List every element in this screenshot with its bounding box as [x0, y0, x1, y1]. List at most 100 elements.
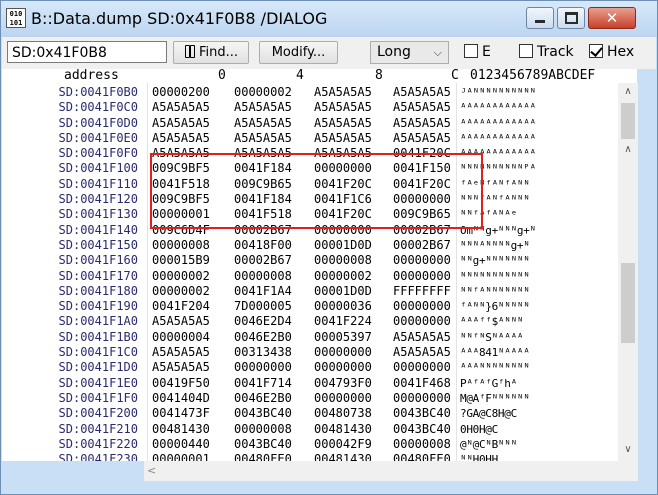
- cell-col8[interactable]: A5A5A5A5: [314, 100, 372, 115]
- cell-col0[interactable]: A5A5A5A5: [152, 360, 210, 375]
- cell-ascii[interactable]: ᴬᴬᴬᴬᴬᴬᴬᴬᴬᴬᴬᴬ: [460, 146, 623, 161]
- cell-col0[interactable]: A5A5A5A5: [152, 345, 210, 360]
- cell-ascii[interactable]: ᴬᴬᴬᴺᴺᴺᴺᴺᴺᴺᴺ: [460, 360, 623, 375]
- cell-ascii[interactable]: M@AᶠFᴺᴺᴺᴺᴺᴺ: [460, 391, 623, 406]
- cell-col0[interactable]: 00419F50: [152, 376, 210, 391]
- cell-colC[interactable]: FFFFFFFF: [393, 284, 451, 299]
- dump-row[interactable]: SD:0041F160 000015B9 00002B67 00000008 00000…: [2, 253, 637, 268]
- cell-col4[interactable]: 0043BC40: [234, 406, 292, 421]
- cell-ascii[interactable]: ᶠᴬᴺᴺ}6ᴺᴺᴺᴺᴺ: [460, 299, 623, 314]
- cell-col4[interactable]: 0041F184: [234, 161, 292, 176]
- cell-ascii[interactable]: ᴬᴬᴬᴬᴬᴬᴬᴬᴬᴬᴬᴬ: [460, 100, 623, 115]
- dump-row[interactable]: SD:0041F190 0041F204 7D000005 00000036 00000…: [2, 299, 637, 314]
- cell-col0[interactable]: 00000200: [152, 85, 210, 100]
- cell-ascii[interactable]: ?GA@C8H@C: [460, 406, 623, 421]
- find-button[interactable]: Find...: [173, 41, 249, 64]
- vertical-scrollbar[interactable]: ∧ ∧ ∨: [618, 83, 638, 461]
- cell-col4[interactable]: 0046E2B0: [234, 330, 292, 345]
- cell-colC[interactable]: 00000000: [393, 391, 451, 406]
- cell-col4[interactable]: 00418F00: [234, 238, 292, 253]
- dump-row[interactable]: SD:0041F1A0 A5A5A5A5 0046E2D4 0041F224 00000…: [2, 314, 637, 329]
- cell-ascii[interactable]: ᴺᴺH0HH: [460, 452, 623, 461]
- cell-colC[interactable]: 00000000: [393, 269, 451, 284]
- cell-col0[interactable]: 00000004: [152, 330, 210, 345]
- cell-col8[interactable]: 00000000: [314, 345, 372, 360]
- title-bar[interactable]: 010 101 B::Data.dump SD:0x41F0B8 /DIALOG…: [1, 1, 657, 37]
- minimize-button[interactable]: [526, 7, 554, 29]
- modify-button[interactable]: Modify...: [259, 41, 338, 64]
- dump-row[interactable]: SD:0041F100 009C9BF5 0041F184 00000000 0041F…: [2, 161, 637, 176]
- cell-col0[interactable]: 00000002: [152, 284, 210, 299]
- cell-col8[interactable]: 0041F224: [314, 314, 372, 329]
- cell-col8[interactable]: A5A5A5A5: [314, 131, 372, 146]
- cell-col0[interactable]: 0041473F: [152, 406, 210, 421]
- cell-ascii[interactable]: ᴺᴺᴺᴬᴺᴺᴺᴺg+ᴺ: [460, 238, 623, 253]
- cell-col4[interactable]: 00002B67: [234, 253, 292, 268]
- cell-col8[interactable]: 00000000: [314, 360, 372, 375]
- cell-ascii[interactable]: ᴬᴬᴬᴬᴬᴬᴬᴬᴬᴬᴬᴬ: [460, 116, 623, 131]
- cell-colC[interactable]: 00000000: [393, 192, 451, 207]
- cell-colC[interactable]: 0041F20C: [393, 177, 451, 192]
- cell-col0[interactable]: 00000440: [152, 437, 210, 452]
- dump-row[interactable]: SD:0041F0D0 A5A5A5A5 A5A5A5A5 A5A5A5A5 A5A5A…: [2, 116, 637, 131]
- cell-col8[interactable]: 00000002: [314, 269, 372, 284]
- cell-colC[interactable]: 00000000: [393, 314, 451, 329]
- dump-row[interactable]: SD:0041F130 00000001 0041F518 0041F20C 009C9…: [2, 207, 637, 222]
- cell-colC[interactable]: A5A5A5A5: [393, 116, 451, 131]
- cell-col4[interactable]: 0046E2D4: [234, 314, 292, 329]
- cell-col4[interactable]: 0041F184: [234, 192, 292, 207]
- cell-col0[interactable]: 0041404D: [152, 391, 210, 406]
- dump-row[interactable]: SD:0041F1F0 0041404D 0046E2B0 00000000 00000…: [2, 391, 637, 406]
- cell-ascii[interactable]: ᴺᴺᶠᴬᴺᴺᴺᴺᴺᴺᴺ: [460, 284, 623, 299]
- dump-row[interactable]: SD:0041F170 00000002 00000008 00000002 00000…: [2, 269, 637, 284]
- cell-col4[interactable]: 0041F518: [234, 207, 292, 222]
- cell-col8[interactable]: 00480738: [314, 406, 372, 421]
- dump-row[interactable]: SD:0041F140 009C6D4F 00002B67 00000000 00002…: [2, 223, 637, 238]
- cell-col4[interactable]: A5A5A5A5: [234, 146, 292, 161]
- cell-col4[interactable]: 00000002: [234, 85, 292, 100]
- cell-col0[interactable]: A5A5A5A5: [152, 314, 210, 329]
- cell-col0[interactable]: 00000001: [152, 207, 210, 222]
- scroll-up-top-button[interactable]: ∧: [618, 83, 638, 101]
- cell-col8[interactable]: 00000000: [314, 391, 372, 406]
- cell-col4[interactable]: 00313438: [234, 345, 292, 360]
- cell-colC[interactable]: 0043BC40: [393, 422, 451, 437]
- cell-ascii[interactable]: ᶠᴬᵉᴺᶠᴬᴺᶠᴬᴺᴺ: [460, 177, 623, 192]
- cell-ascii[interactable]: ᴶᴬᴺᴺᴺᴺᴺᴺᴺᴺᴺᴺ: [460, 85, 623, 100]
- dump-row[interactable]: SD:0041F1C0 A5A5A5A5 00313438 00000000 A5A5A…: [2, 345, 637, 360]
- cell-col8[interactable]: 0041F1C6: [314, 192, 372, 207]
- cell-ascii[interactable]: ᴺᴺᴺᴺᴺᴺᴺᴺᴺᴺᴾᴬ: [460, 161, 623, 176]
- cell-col8[interactable]: 00000008: [314, 253, 372, 268]
- checkbox-e[interactable]: E: [464, 44, 491, 61]
- cell-colC[interactable]: 00000000: [393, 299, 451, 314]
- cell-ascii[interactable]: ᴬᴬᴬ841ᴺᴬᴬᴬᴬ: [460, 345, 623, 360]
- cell-col8[interactable]: 0041F20C: [314, 207, 372, 222]
- cell-colC[interactable]: 0041F468: [393, 376, 451, 391]
- address-input[interactable]: SD:0x41F0B8: [7, 41, 167, 63]
- dump-row[interactable]: SD:0041F1B0 00000004 0046E2B0 00005397 A5A5A…: [2, 330, 637, 345]
- cell-col8[interactable]: 00005397: [314, 330, 372, 345]
- close-button[interactable]: ✕: [588, 7, 636, 29]
- cell-col0[interactable]: 0041F518: [152, 177, 210, 192]
- cell-col8[interactable]: 0041F20C: [314, 177, 372, 192]
- cell-col8[interactable]: 00000000: [314, 223, 372, 238]
- cell-col8[interactable]: 00481430: [314, 452, 372, 461]
- format-select[interactable]: Long ⌵: [370, 41, 449, 64]
- dump-row[interactable]: SD:0041F120 009C9BF5 0041F184 0041F1C6 00000…: [2, 192, 637, 207]
- scroll-left-icon[interactable]: <: [147, 461, 156, 481]
- checkbox-e-box[interactable]: [464, 44, 478, 58]
- cell-colC[interactable]: A5A5A5A5: [393, 131, 451, 146]
- checkbox-track-box[interactable]: [519, 44, 533, 58]
- scroll-up-button[interactable]: ∧: [618, 141, 638, 159]
- dump-row[interactable]: SD:0041F230 00000001 00480FE0 00481430 00480…: [2, 452, 637, 461]
- cell-colC[interactable]: 0041F20C: [393, 146, 451, 161]
- cell-col4[interactable]: A5A5A5A5: [234, 116, 292, 131]
- dump-row[interactable]: SD:0041F180 00000002 0041F1A4 00001D0D FFFFF…: [2, 284, 637, 299]
- cell-ascii[interactable]: 0H0H@C: [460, 422, 623, 437]
- scroll-down-button[interactable]: ∨: [618, 441, 638, 459]
- cell-col0[interactable]: A5A5A5A5: [152, 131, 210, 146]
- dump-row[interactable]: SD:0041F0F0 A5A5A5A5 A5A5A5A5 A5A5A5A5 0041F…: [2, 146, 637, 161]
- cell-col0[interactable]: 00000001: [152, 452, 210, 461]
- cell-colC[interactable]: 00480FE0: [393, 452, 451, 461]
- maximize-button[interactable]: [557, 7, 585, 29]
